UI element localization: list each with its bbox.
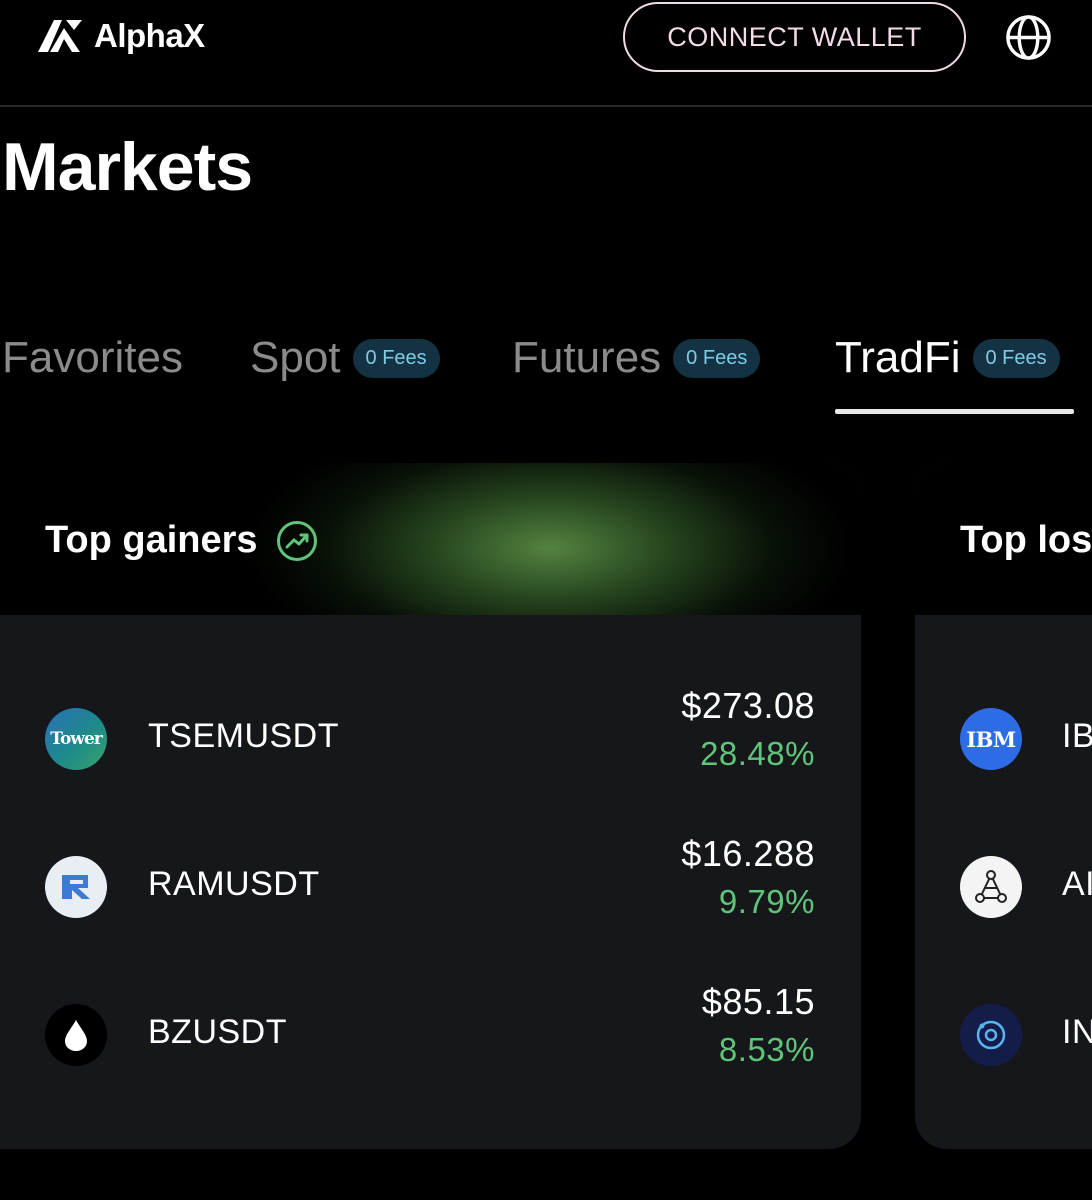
- card-header: Top gainers: [0, 463, 861, 615]
- market-row[interactable]: BZUSDT $85.15 8.53%: [0, 981, 861, 1081]
- tab-tradfi[interactable]: TradFi 0 Fees: [835, 330, 1060, 386]
- symbol: AI: [1062, 865, 1092, 903]
- card-title: Top los: [960, 519, 1092, 562]
- symbol: RAMUSDT: [148, 865, 320, 903]
- top-gainers-card: Top gainers Tower TSEMUSDT $273.08 28.48…: [0, 463, 861, 1149]
- price: $16.288: [681, 833, 815, 874]
- symbol: TSEMUSDT: [148, 717, 339, 755]
- card-title-text: Top gainers: [45, 519, 258, 561]
- symbol: IN: [1062, 1013, 1092, 1051]
- market-row[interactable]: AI: [915, 833, 1092, 933]
- ram-logo-icon: [45, 856, 107, 918]
- market-row[interactable]: RAMUSDT $16.288 9.79%: [0, 833, 861, 933]
- price: $85.15: [701, 981, 815, 1022]
- percent-change: 8.53%: [718, 1031, 815, 1068]
- ibm-logo-icon: IBM: [960, 708, 1022, 770]
- connect-wallet-button[interactable]: CONNECT WALLET: [623, 2, 966, 72]
- market-tabs: Favorites Spot 0 Fees Futures 0 Fees Tra…: [0, 330, 1092, 420]
- orbit-logo-icon: [960, 1004, 1022, 1066]
- logo[interactable]: AlphaX: [36, 16, 205, 56]
- top-losers-card: Top los IBM IB AI IN: [915, 463, 1092, 1149]
- network-logo-icon: [960, 856, 1022, 918]
- symbol: IB: [1062, 717, 1092, 755]
- globe-icon[interactable]: [1005, 14, 1052, 61]
- active-tab-indicator: [835, 409, 1074, 414]
- page-title: Markets: [2, 129, 253, 205]
- symbol: BZUSDT: [148, 1013, 287, 1051]
- ram-mark: [62, 875, 90, 899]
- logo-lettering: IBM: [966, 726, 1016, 752]
- tab-label: Spot: [250, 333, 341, 382]
- card-title: Top gainers: [45, 519, 318, 562]
- tab-favorites[interactable]: Favorites: [2, 330, 183, 386]
- tab-label: Futures: [512, 333, 662, 382]
- tower-logo-icon: Tower: [45, 708, 107, 770]
- alphax-logo-icon: [38, 20, 82, 52]
- price: $273.08: [681, 685, 815, 726]
- tab-label: Favorites: [2, 333, 183, 382]
- drop-mark: [65, 1020, 87, 1051]
- percent-change: 9.79%: [718, 883, 815, 920]
- card-title-text: Top los: [960, 519, 1092, 561]
- market-row[interactable]: IBM IB: [915, 685, 1092, 785]
- percent-change: 28.48%: [700, 735, 815, 772]
- drop-logo-icon: [45, 1004, 107, 1066]
- zero-fees-badge: 0 Fees: [972, 338, 1060, 378]
- logo-text: AlphaX: [94, 17, 205, 54]
- tab-label: TradFi: [835, 333, 961, 382]
- card-header: Top los: [915, 463, 1092, 615]
- network-mark: [975, 870, 1007, 903]
- market-row[interactable]: IN: [915, 981, 1092, 1081]
- zero-fees-badge: 0 Fees: [673, 338, 761, 378]
- logo-lettering: Tower: [50, 729, 102, 749]
- app-header: AlphaX CONNECT WALLET: [0, 0, 1092, 107]
- trending-up-icon: [276, 520, 317, 561]
- tab-futures[interactable]: Futures 0 Fees: [512, 330, 761, 386]
- zero-fees-badge: 0 Fees: [352, 338, 440, 378]
- market-row[interactable]: Tower TSEMUSDT $273.08 28.48%: [0, 685, 861, 785]
- tab-spot[interactable]: Spot 0 Fees: [250, 330, 440, 386]
- orbit-mark: [976, 1020, 1006, 1050]
